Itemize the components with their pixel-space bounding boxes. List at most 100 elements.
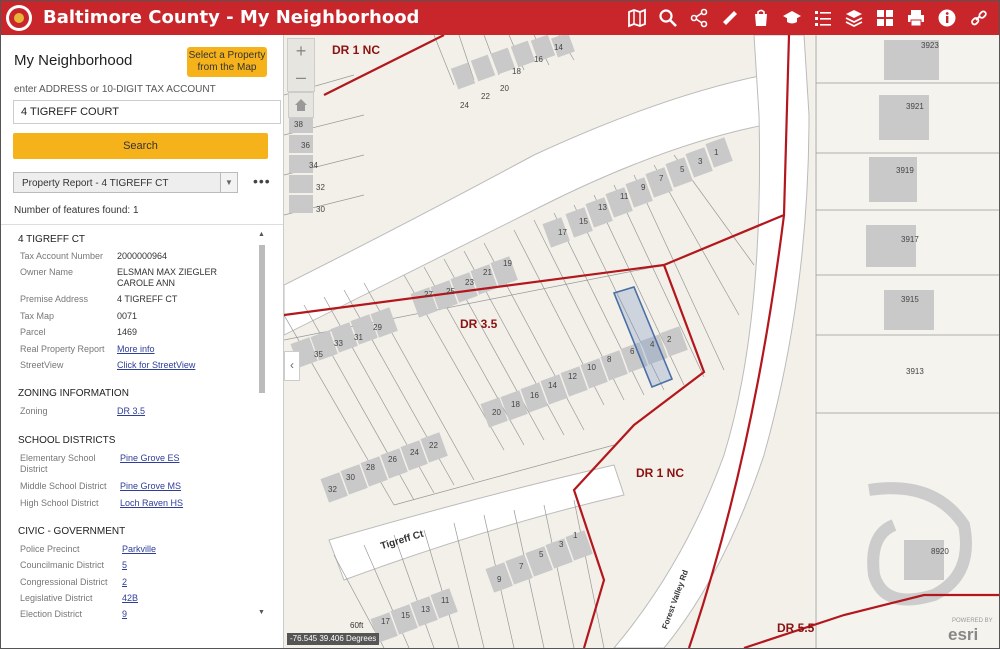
lot-number: 7 [659, 174, 664, 183]
measure-icon[interactable] [714, 1, 745, 35]
lot-number: 1 [714, 148, 719, 157]
premise-address-label: Premise Address [20, 294, 89, 304]
lot-number: 11 [441, 596, 450, 605]
search-button[interactable]: Search [13, 133, 268, 159]
civic-section-title: CIVIC - GOVERNMENT [18, 526, 126, 537]
high-school-label: High School District [20, 498, 99, 508]
scroll-up-icon[interactable]: ▲ [258, 231, 265, 238]
lot-number: 22 [429, 441, 438, 450]
zoom-in-button[interactable]: + [288, 39, 314, 65]
tax-account-value: 2000000964 [117, 251, 168, 261]
lot-number: 5 [680, 165, 685, 174]
address-label: enter ADDRESS or 10-DIGIT TAX ACCOUNT [14, 84, 216, 95]
lot-number: 14 [554, 43, 563, 52]
lot-number: 10 [587, 363, 596, 372]
map-view[interactable]: DR 1 NC DR 3.5 DR 1 NC DR 5.5 Tigreff Ct… [284, 35, 999, 648]
lot-number: 34 [309, 161, 318, 170]
zoom-out-button[interactable]: – [288, 65, 314, 91]
legislative-link[interactable]: 42B [122, 593, 138, 604]
map-basemap [284, 35, 999, 648]
report-select-value: Property Report - 4 TIGREFF CT [22, 178, 169, 189]
parcel-label: Parcel [20, 327, 46, 337]
address-label: 3915 [901, 295, 919, 304]
lot-number: 36 [301, 141, 310, 150]
election-label: Election District [20, 609, 83, 619]
zone-label-dr35: DR 3.5 [460, 317, 498, 331]
congressional-label: Congressional District [20, 577, 108, 587]
more-options-icon[interactable]: ••• [253, 173, 271, 189]
lot-number: 17 [558, 228, 567, 237]
address-input[interactable] [13, 100, 281, 124]
app-title: Baltimore County - My Neighborhood [43, 7, 420, 28]
lot-number: 26 [388, 455, 397, 464]
lot-number: 28 [366, 463, 375, 472]
esri-logo[interactable]: esri [948, 625, 978, 645]
home-button[interactable] [288, 92, 314, 118]
result-heading: 4 TIGREFF CT [18, 234, 86, 245]
scroll-down-icon[interactable]: ▼ [258, 609, 265, 616]
lot-number: 22 [481, 92, 490, 101]
congressional-link[interactable]: 2 [122, 577, 127, 588]
lot-number: 30 [316, 205, 325, 214]
bag-icon[interactable] [745, 1, 776, 35]
address-label: 3913 [906, 367, 924, 376]
print-icon[interactable] [900, 1, 931, 35]
scrollbar-thumb[interactable] [259, 245, 265, 393]
lot-number: 24 [410, 448, 419, 457]
more-info-link[interactable]: More info [117, 344, 155, 355]
elementary-school-label: Elementary School District [20, 453, 96, 474]
zoning-section-title: ZONING INFORMATION [18, 388, 129, 399]
councilmanic-link[interactable]: 5 [122, 560, 127, 571]
zone-label-dr55: DR 5.5 [777, 621, 815, 635]
graduation-cap-icon[interactable] [776, 1, 807, 35]
lot-number: 1 [573, 531, 578, 540]
legislative-label: Legislative District [20, 593, 93, 603]
lot-number: 9 [497, 575, 502, 584]
app-header: Baltimore County - My Neighborhood [1, 1, 999, 35]
lot-number: 12 [568, 372, 577, 381]
collapse-panel-button[interactable]: ‹ [284, 351, 300, 381]
lot-number: 15 [401, 611, 410, 620]
high-school-link[interactable]: Loch Raven HS [120, 498, 183, 509]
layers-icon[interactable] [838, 1, 869, 35]
lot-number: 25 [446, 287, 455, 296]
lot-number: 24 [460, 101, 469, 110]
search-icon[interactable] [652, 1, 683, 35]
elementary-school-link[interactable]: Pine Grove ES [120, 453, 180, 464]
middle-school-link[interactable]: Pine Grove MS [120, 481, 181, 492]
lot-number: 31 [354, 333, 363, 342]
chevron-down-icon[interactable]: ▼ [220, 173, 237, 192]
lot-number: 13 [421, 605, 430, 614]
zoom-control: + – [287, 38, 315, 92]
lot-number: 3 [698, 157, 703, 166]
lot-number: 29 [373, 323, 382, 332]
attribution-powered-by: POWERED BY [952, 618, 993, 624]
select-property-button[interactable]: Select a Property from the Map [187, 47, 267, 77]
streetview-link[interactable]: Click for StreetView [117, 360, 195, 371]
tax-map-value: 0071 [117, 311, 138, 321]
election-link[interactable]: 9 [122, 609, 127, 620]
lot-number: 23 [465, 278, 474, 287]
lot-number: 11 [620, 192, 629, 201]
lot-number: 18 [512, 67, 521, 76]
grid-icon[interactable] [869, 1, 900, 35]
lot-number: 6 [630, 347, 635, 356]
lot-number: 30 [346, 473, 355, 482]
features-found-text: Number of features found: 1 [14, 205, 139, 216]
zoning-link[interactable]: DR 3.5 [117, 406, 145, 417]
list-icon[interactable] [807, 1, 838, 35]
address-label: 3923 [921, 41, 939, 50]
police-precinct-link[interactable]: Parkville [122, 544, 156, 555]
owner-name-label: Owner Name [20, 267, 74, 277]
lot-number: 4 [650, 340, 655, 349]
share-icon[interactable] [683, 1, 714, 35]
info-icon[interactable] [931, 1, 962, 35]
county-seal-logo [6, 5, 32, 31]
lot-number: 16 [530, 391, 539, 400]
lot-number: 32 [328, 485, 337, 494]
middle-school-label: Middle School District [20, 481, 107, 491]
report-select[interactable]: Property Report - 4 TIGREFF CT ▼ [13, 172, 238, 193]
streetview-label: StreetView [20, 360, 64, 370]
map-icon[interactable] [621, 1, 652, 35]
link-icon[interactable] [962, 1, 993, 35]
